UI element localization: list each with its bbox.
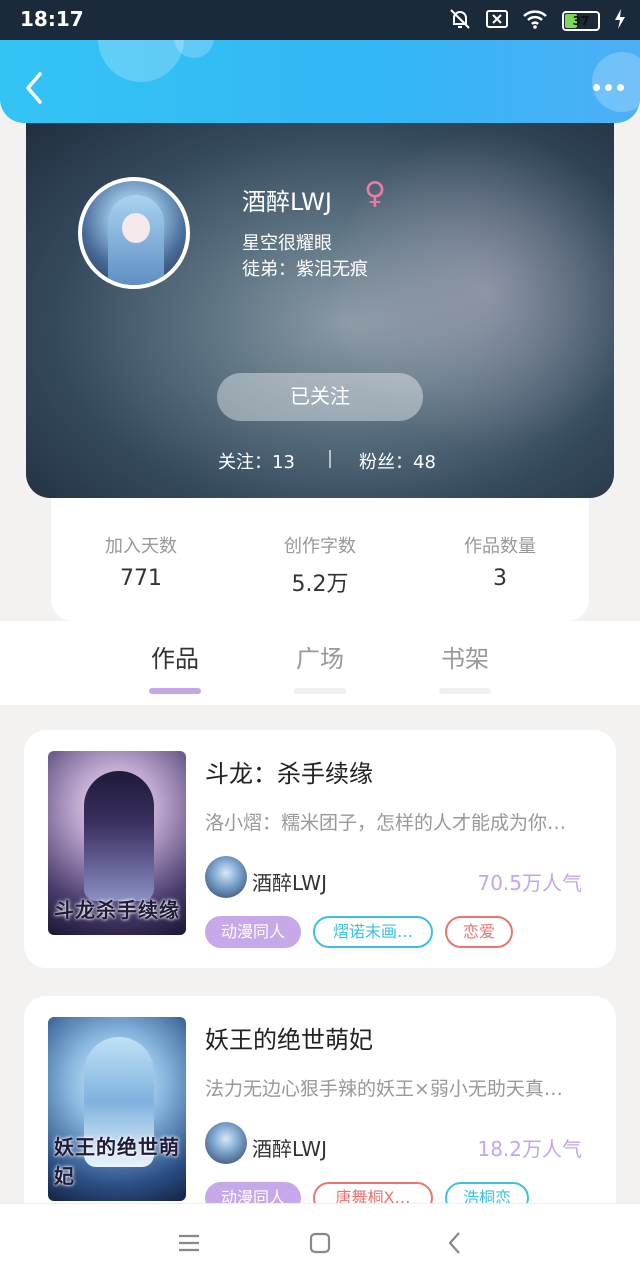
work-title[interactable]: 妖王的绝世萌妃 — [205, 1020, 373, 1055]
tab-label: 广场 — [296, 645, 344, 673]
header-bar — [0, 40, 640, 123]
author-avatar[interactable] — [205, 1122, 247, 1164]
fans-count[interactable]: 粉丝：48 — [359, 448, 436, 474]
cover-title: 斗龙杀手续缘 — [54, 898, 180, 922]
decor-bubble — [592, 52, 640, 112]
stat-join-days: 加入天数 771 — [71, 532, 211, 591]
tab-works[interactable]: 作品 — [135, 639, 215, 694]
tab-underline — [149, 688, 201, 694]
user-nickname: 酒醉LWJ — [242, 188, 332, 216]
work-card[interactable]: 斗龙杀手续缘 斗龙：杀手续缘 洛小熠：糯米团子，怎样的人才能成为你… 酒醉LWJ… — [24, 730, 616, 968]
book-cover[interactable]: 斗龙杀手续缘 — [48, 751, 186, 935]
book-cover[interactable]: 妖王的绝世萌妃 — [48, 1017, 186, 1201]
tab-label: 作品 — [151, 645, 199, 673]
menu-icon[interactable] — [174, 1228, 204, 1258]
status-time: 18:17 — [20, 7, 84, 31]
popularity: 18.2万人气 — [477, 1137, 582, 1161]
system-nav-bar — [0, 1203, 640, 1280]
stat-word-count: 创作字数 5.2万 — [250, 532, 390, 598]
tab-bookshelf[interactable]: 书架 — [425, 639, 505, 694]
following-count[interactable]: 关注：13 — [218, 448, 295, 474]
tag[interactable]: 恋爱 — [445, 916, 513, 948]
stat-label: 创作字数 — [284, 536, 356, 557]
stat-label: 作品数量 — [464, 536, 536, 557]
profile-card: 酒醉LWJ ♀ 星空很耀眼 徒弟：紫泪无痕 已关注 关注：13 粉丝：48 — [26, 110, 614, 498]
stat-label: 加入天数 — [105, 536, 177, 557]
sim-x-icon — [486, 9, 508, 33]
status-bar: 18:17 37 — [0, 0, 640, 40]
tab-underline — [294, 688, 346, 694]
decor-bubble — [98, 40, 184, 82]
stat-value: 771 — [120, 566, 162, 591]
tag[interactable]: 动漫同人 — [205, 916, 301, 948]
avatar[interactable] — [78, 177, 190, 289]
more-dots-icon[interactable] — [593, 84, 624, 91]
tab-label: 书架 — [441, 645, 489, 673]
charging-icon — [614, 9, 626, 33]
work-card[interactable]: 妖王的绝世萌妃 妖王的绝世萌妃 法力无边心狠手辣的妖王×弱小无助天真… 酒醉LW… — [24, 996, 616, 1234]
author-name[interactable]: 酒醉LWJ — [252, 1133, 327, 1162]
home-square-icon[interactable] — [305, 1228, 335, 1258]
tag-list: 动漫同人 熠诺末画… 恋爱 — [205, 916, 513, 948]
battery-icon: 37 — [562, 11, 600, 31]
followed-button[interactable]: 已关注 — [217, 373, 423, 421]
author-name[interactable]: 酒醉LWJ — [252, 867, 327, 896]
mute-icon — [448, 8, 472, 34]
stat-value: 5.2万 — [291, 572, 349, 597]
gender-female-icon: ♀ — [364, 176, 386, 211]
tab-underline — [439, 688, 491, 694]
user-signature: 星空很耀眼 — [242, 233, 332, 254]
tab-plaza[interactable]: 广场 — [280, 639, 360, 694]
cover-title: 妖王的绝世萌妃 — [54, 1135, 180, 1188]
stats-panel: 加入天数 771 创作字数 5.2万 作品数量 3 — [51, 488, 589, 621]
stat-works-count: 作品数量 3 — [430, 532, 570, 591]
tab-bar: 作品 广场 书架 — [0, 621, 640, 705]
work-title[interactable]: 斗龙：杀手续缘 — [205, 754, 373, 789]
status-icons: 37 — [448, 8, 626, 34]
author-avatar[interactable] — [205, 856, 247, 898]
wifi-icon — [522, 9, 548, 33]
work-description: 洛小熠：糯米团子，怎样的人才能成为你… — [205, 812, 567, 834]
tag[interactable]: 熠诺末画… — [313, 916, 433, 948]
work-description: 法力无边心狠手辣的妖王×弱小无助天真… — [205, 1078, 563, 1100]
stat-value: 3 — [493, 566, 507, 591]
user-apprentice: 徒弟：紫泪无痕 — [242, 259, 368, 280]
back-triangle-icon[interactable] — [440, 1228, 470, 1258]
divider — [329, 450, 331, 468]
chevron-left-icon[interactable] — [20, 70, 50, 106]
popularity: 70.5万人气 — [477, 871, 582, 895]
